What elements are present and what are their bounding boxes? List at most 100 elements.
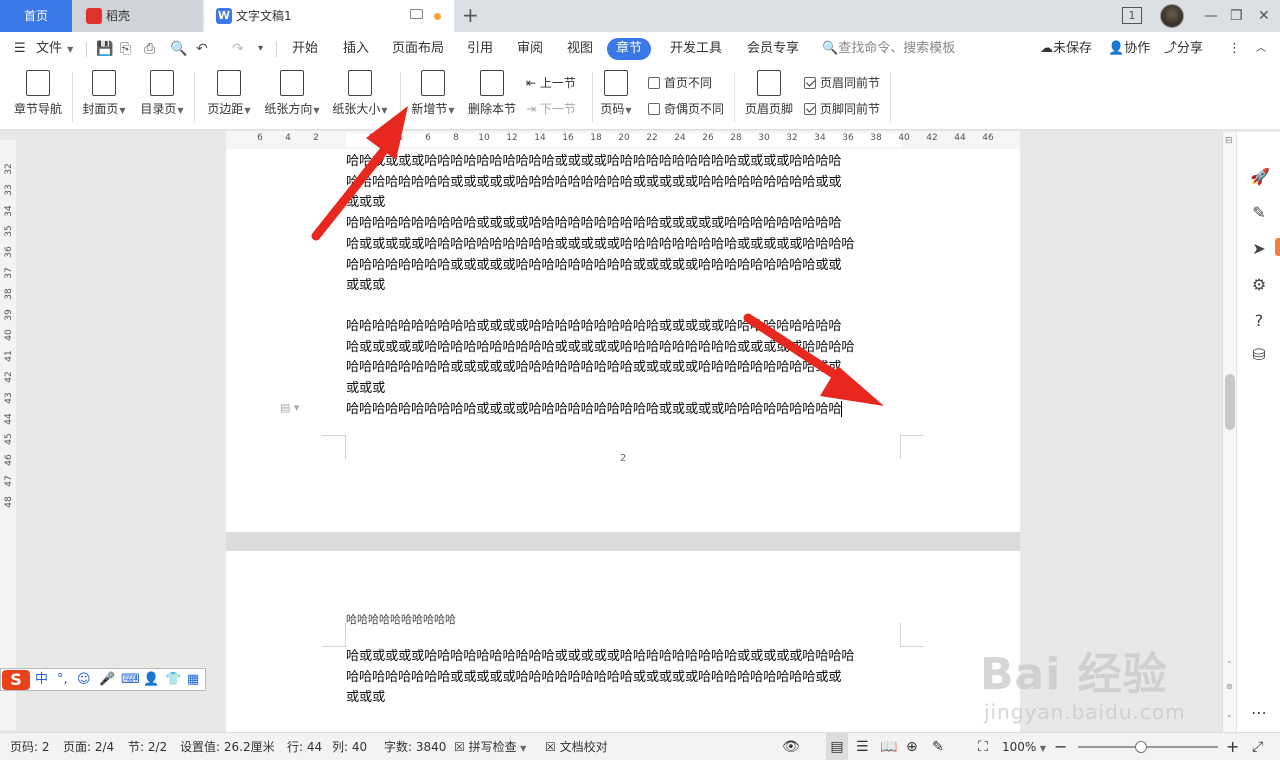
settings-sliders-icon[interactable]: ⚙ [1250,276,1268,294]
quick-access-more-icon[interactable]: ▾ [258,32,263,66]
emoji-icon[interactable]: ☺ [77,671,91,689]
search-input[interactable]: 查找命令、搜索模板 [838,41,955,56]
page-header[interactable]: 哈哈哈哈哈哈哈哈哈哈 [346,611,456,627]
save-icon[interactable]: 💾 [96,32,113,66]
horizontal-ruler[interactable]: 6 4 2 2 4 6 8 10 12 14 16 18 20 22 24 26 28 30 32 34 36 38 40 4… [226,131,1020,149]
menu-file[interactable]: 文件 ▼ [36,32,73,66]
tab-document[interactable]: W 文字文稿1 [204,0,454,32]
page-up-icon[interactable]: ⊚ [1226,682,1233,691]
backup-icon[interactable]: ⛁ [1250,346,1268,364]
text-line[interactable]: 哈哈哈哈哈哈哈哈或或或或或哈哈哈哈哈哈哈哈哈或或或或或哈哈哈哈哈哈哈哈哈或或 [346,173,906,194]
text-line[interactable]: 哈哈哈哈哈哈哈哈或或或或或哈哈哈哈哈哈哈哈哈或或或或或哈哈哈哈哈哈哈哈哈或或 [346,668,906,689]
margins-button[interactable]: 页边距▼ [204,70,254,117]
web-view-icon[interactable]: ⊕ [906,733,918,760]
pen-icon[interactable]: ✎ [1250,204,1268,222]
menu-insert[interactable]: 插入 [343,32,369,66]
status-page-num[interactable]: 页码: 2 [10,733,50,760]
menu-reference[interactable]: 引用 [467,32,493,66]
document-page[interactable]: 哈哈或或或或哈哈哈哈哈哈哈哈哈哈或或或或哈哈哈哈哈哈哈哈哈哈或或或或哈哈哈哈 哈哈… [226,149,1020,532]
text-line[interactable]: 哈或或或或或哈哈哈哈哈哈哈哈哈哈或或或或或哈哈哈哈哈哈哈哈哈或或或或或哈哈哈哈 [346,338,906,359]
scroll-up-icon[interactable]: ⌃ [1226,660,1233,669]
spell-check-button[interactable]: ☒ 拼写检查 ▼ [454,733,526,760]
tab-daoke[interactable]: 稻壳 [72,0,202,32]
text-line[interactable]: 或或或 [346,379,906,400]
paragraph[interactable]: 哈或或或或或哈哈哈哈哈哈哈哈哈哈或或或或或哈哈哈哈哈哈哈哈哈或或或或或哈哈哈哈哈… [346,647,906,709]
export-pdf-icon[interactable]: ⎘ [120,32,131,66]
status-row[interactable]: 行: 44 [287,733,322,760]
monitor-icon[interactable] [410,9,423,19]
orientation-button[interactable]: 纸张方向▼ [262,70,322,117]
collaborate-button[interactable]: 👤协作 [1108,32,1150,66]
new-section-button[interactable]: 新增节▼ [408,70,458,117]
text-line[interactable]: 或或或 [346,688,906,709]
restore-button[interactable]: ❐ [1230,0,1243,32]
menu-member[interactable]: 会员专享 [747,32,799,66]
microphone-icon[interactable]: 🎤 [99,671,115,689]
more-icon[interactable]: ⋮ [1228,32,1241,66]
fit-page-icon[interactable]: ⛶ [978,733,988,760]
status-col[interactable]: 列: 40 [332,733,367,760]
menu-review[interactable]: 审阅 [517,32,543,66]
share-button[interactable]: ⤴分享 [1164,32,1203,66]
header-footer-button[interactable]: 页眉页脚 [744,70,794,117]
prev-section-button[interactable]: ⇤ 上一节 [526,74,576,91]
scrollbar-thumb[interactable] [1225,374,1235,430]
ime-mode-chinese[interactable]: 中 [35,671,48,689]
window-count-icon[interactable]: 1 [1122,7,1142,24]
menu-start[interactable]: 开始 [292,32,318,66]
rocket-icon[interactable]: 🚀 [1250,168,1270,186]
ime-toolbar[interactable]: S 中 °, ☺ 🎤 ⌨ 👤 👕 ▦ [0,668,206,691]
undo-icon[interactable]: ↶ [196,32,208,66]
more-dots-icon[interactable]: ⋯ [1250,704,1268,722]
command-search[interactable]: 🔍查找命令、搜索模板 [822,32,955,66]
redo-icon[interactable]: ↷ [232,32,244,66]
status-section[interactable]: 节: 2/2 [128,733,167,760]
fullscreen-icon[interactable]: ⤢ [1252,733,1263,760]
text-line[interactable]: 或或或 [346,193,906,214]
skin-icon[interactable]: 👕 [165,671,181,689]
tab-home[interactable]: 首页 [0,0,72,32]
cover-page-button[interactable]: 封面页▼ [80,70,128,117]
page-view-icon[interactable]: ▤ [826,733,848,760]
print-icon[interactable]: ⎙ [144,32,155,66]
text-line[interactable]: 哈哈或或或或哈哈哈哈哈哈哈哈哈哈或或或或哈哈哈哈哈哈哈哈哈哈或或或或哈哈哈哈 [346,152,906,173]
status-setting[interactable]: 设置值: 26.2厘米 [180,733,275,760]
unsaved-button[interactable]: ☁未保存 [1040,32,1092,66]
header-same-prev-checkbox[interactable]: 页眉同前节 [804,74,880,91]
paragraph[interactable]: 哈哈或或或或哈哈哈哈哈哈哈哈哈哈或或或或哈哈哈哈哈哈哈哈哈哈或或或或哈哈哈哈 哈哈… [346,152,906,297]
scroll-down-icon[interactable]: ⌄ [1226,710,1233,719]
add-tab-button[interactable]: + [462,4,479,26]
pointer-icon[interactable]: ➤ [1250,240,1268,258]
status-page-of[interactable]: 页面: 2/4 [63,733,114,760]
minimize-button[interactable]: — [1204,0,1218,32]
outline-view-icon[interactable]: ☰ [856,733,869,760]
zoom-level[interactable]: 100% ▼ [1002,733,1046,760]
zoom-in-button[interactable]: + [1226,733,1239,760]
text-line[interactable]: 或或或 [346,276,906,297]
vertical-ruler[interactable]: 32 33 34 35 36 37 38 39 40 41 42 43 44 45 46 47 48 [0,140,16,730]
read-view-icon[interactable]: 📖 [880,733,897,760]
zoom-slider-knob[interactable] [1135,741,1147,753]
keyboard-icon[interactable]: ⌨ [121,671,140,689]
chapter-nav-button[interactable]: 章节导航 [12,70,64,117]
menu-page-layout[interactable]: 页面布局 [392,32,444,66]
print-preview-icon[interactable]: 🔍 [170,32,187,66]
eye-protection-icon[interactable]: 👁 [782,733,800,760]
toolbox-icon[interactable]: ▦ [187,671,199,689]
document-page[interactable]: 哈哈哈哈哈哈哈哈哈哈 哈或或或或或哈哈哈哈哈哈哈哈哈哈或或或或或哈哈哈哈哈哈哈哈… [226,551,1020,732]
doc-proof-button[interactable]: ☒ 文档校对 [545,733,608,760]
zoom-slider[interactable] [1078,746,1218,748]
paragraph[interactable]: 哈哈哈哈哈哈哈哈哈哈或或或或哈哈哈哈哈哈哈哈哈哈或或或或或哈哈哈哈哈哈哈哈哈 哈或… [346,317,906,421]
toc-page-button[interactable]: 目录页▼ [138,70,186,117]
zoom-out-button[interactable]: − [1054,733,1067,760]
page-number-button[interactable]: 页码▼ [598,70,634,117]
text-line[interactable]: 哈哈哈哈哈哈哈哈哈哈或或或或哈哈哈哈哈哈哈哈哈哈或或或或或哈哈哈哈哈哈哈哈哈 [346,400,906,421]
text-line[interactable]: 哈哈哈哈哈哈哈哈或或或或或哈哈哈哈哈哈哈哈哈或或或或或哈哈哈哈哈哈哈哈哈或或 [346,358,906,379]
punctuation-icon[interactable]: °, [57,671,68,689]
text-line[interactable]: 哈哈哈哈哈哈哈哈或或或或或哈哈哈哈哈哈哈哈哈或或或或或哈哈哈哈哈哈哈哈哈或或 [346,256,906,277]
user-icon[interactable]: 👤 [143,671,159,689]
avatar[interactable] [1160,4,1184,28]
text-line[interactable]: 哈或或或或或哈哈哈哈哈哈哈哈哈哈或或或或或哈哈哈哈哈哈哈哈哈或或或或或哈哈哈哈 [346,235,906,256]
vertical-scrollbar[interactable]: ⊟ ⌃ ⊚ ⌄ [1222,132,1236,732]
menu-developer[interactable]: 开发工具 [670,32,722,66]
